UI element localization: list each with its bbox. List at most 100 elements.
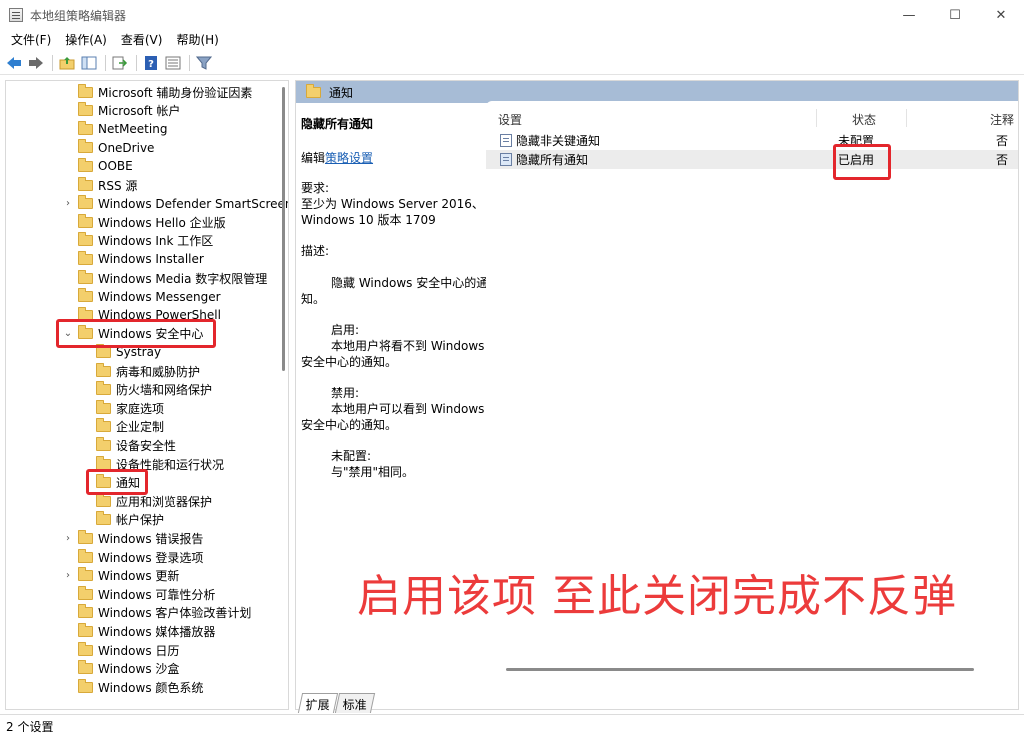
tree-item[interactable]: Windows 客户体验改善计划 <box>62 604 251 622</box>
tree-item[interactable]: Windows Media 数字权限管理 <box>62 269 267 287</box>
folder-icon <box>78 250 93 265</box>
tree-item[interactable]: › Windows 错误报告 <box>62 529 203 547</box>
annotation-text: 启用该项 至此关闭完成不反弹 <box>357 571 957 622</box>
menu-help[interactable]: 帮助(H) <box>169 30 225 50</box>
status-bar: 2 个设置 <box>0 714 1024 738</box>
tree-item-label: 家庭选项 <box>116 401 165 416</box>
tree-item[interactable]: › Windows 更新 <box>62 567 179 585</box>
tree-item-label: Windows 可靠性分析 <box>98 587 216 602</box>
requirement-label: 要求: <box>301 181 330 195</box>
tree-item-label: OOBE <box>98 159 133 174</box>
menu-view[interactable]: 查看(V) <box>114 30 170 50</box>
tree-item[interactable]: Windows Hello 企业版 <box>62 213 226 231</box>
tree-item[interactable]: Windows 沙盒 <box>62 660 179 678</box>
folder-icon <box>96 436 111 451</box>
menu-bar: 文件(F) 操作(A) 查看(V) 帮助(H) <box>0 30 1024 50</box>
minimize-button[interactable]: — <box>886 0 932 30</box>
chevron-right-icon[interactable]: › <box>62 533 74 544</box>
tree-item[interactable]: Microsoft 帐户 <box>62 102 180 120</box>
description-label: 描述: <box>301 244 330 258</box>
folder-icon <box>78 641 93 656</box>
folder-icon <box>78 548 93 563</box>
tree-item[interactable]: 防火墙和网络保护 <box>80 381 212 399</box>
folder-icon <box>78 102 93 117</box>
tree-item-label: Windows Hello 企业版 <box>98 215 226 230</box>
tree-item-label: OneDrive <box>98 140 155 155</box>
tree-item[interactable]: 帐户保护 <box>80 511 164 529</box>
tree-pane[interactable]: Microsoft 辅助身份验证因素 Microsoft 帐户 NetMeeting… <box>5 80 289 710</box>
column-divider[interactable] <box>906 109 907 127</box>
folder-icon <box>78 157 93 172</box>
tree-item[interactable]: Windows Messenger <box>62 288 221 306</box>
tree-item-label: 企业定制 <box>116 420 165 435</box>
edit-policy-link[interactable]: 策略设置 <box>325 151 373 165</box>
tree-item-label: Windows 更新 <box>98 569 180 584</box>
up-folder-icon[interactable] <box>57 53 77 73</box>
chevron-right-icon[interactable]: › <box>62 198 74 209</box>
properties-icon[interactable] <box>163 53 183 73</box>
tree-item[interactable]: OneDrive <box>62 139 154 157</box>
tree-item[interactable]: 病毒和威胁防护 <box>80 362 200 380</box>
back-icon[interactable] <box>4 53 24 73</box>
setting-name: 隐藏所有通知 <box>516 153 589 167</box>
edit-policy-line: 编辑策略设置 <box>301 149 373 166</box>
show-hide-tree-icon[interactable] <box>79 53 99 73</box>
menu-action[interactable]: 操作(A) <box>58 30 114 50</box>
tree-item-label: Windows 颜色系统 <box>98 680 204 695</box>
tree-item[interactable]: Windows 颜色系统 <box>62 678 203 696</box>
policy-setting-icon <box>500 153 512 166</box>
forward-icon[interactable] <box>26 53 46 73</box>
policy-setting-icon <box>500 134 512 147</box>
column-header-setting[interactable]: 设置 <box>498 111 522 128</box>
folder-icon <box>78 585 93 600</box>
tree-item[interactable]: Windows 登录选项 <box>62 548 203 566</box>
tree-item[interactable]: Windows 可靠性分析 <box>62 585 215 603</box>
column-divider[interactable] <box>816 109 817 127</box>
maximize-button[interactable]: ☐ <box>932 0 978 30</box>
tree-item[interactable]: Windows Ink 工作区 <box>62 232 213 250</box>
tree-scrollbar[interactable] <box>282 87 285 371</box>
tab-extended[interactable]: 扩展 <box>297 693 339 713</box>
chevron-right-icon[interactable]: › <box>62 570 74 581</box>
tree-item-label: 设备安全性 <box>116 438 177 453</box>
tree-item[interactable]: NetMeeting <box>62 120 167 138</box>
tree-item[interactable]: › Windows Defender SmartScreen <box>62 195 288 213</box>
tree-item-label: Windows 日历 <box>98 643 180 658</box>
not-configured-label: 未配置: <box>331 449 372 463</box>
help-icon[interactable]: ? <box>141 53 161 73</box>
tree-item[interactable]: Windows 日历 <box>62 641 179 659</box>
tree-item[interactable]: RSS 源 <box>62 176 137 194</box>
folder-icon <box>78 176 93 191</box>
folder-icon <box>78 269 93 284</box>
menu-file[interactable]: 文件(F) <box>4 30 58 50</box>
tree-item[interactable]: Windows Installer <box>62 250 204 268</box>
not-configured-text: 与"禁用"相同。 <box>331 465 415 479</box>
column-header-note[interactable]: 注释 <box>990 111 1014 128</box>
tree-item-label: Windows Installer <box>98 252 204 267</box>
toolbar-separator <box>136 54 137 71</box>
table-row[interactable]: 隐藏所有通知 已启用 否 <box>486 150 1018 169</box>
tree-item[interactable]: 设备安全性 <box>80 436 176 454</box>
folder-icon <box>96 381 111 396</box>
tree-item[interactable]: 企业定制 <box>80 418 164 436</box>
tree-item-label: Windows 错误报告 <box>98 531 204 546</box>
tab-extended-label: 扩展 <box>305 698 330 712</box>
tree-item-label: RSS 源 <box>98 178 138 193</box>
export-list-icon[interactable] <box>110 53 130 73</box>
tree-item[interactable]: Windows 媒体播放器 <box>62 622 215 640</box>
column-header-state[interactable]: 状态 <box>852 111 876 128</box>
window-title: 本地组策略编辑器 <box>30 8 127 23</box>
close-button[interactable]: ✕ <box>978 0 1024 30</box>
folder-icon <box>78 139 93 154</box>
list-horizontal-scrollbar[interactable] <box>506 668 974 671</box>
tree-item[interactable]: Microsoft 辅助身份验证因素 <box>62 83 252 101</box>
tree-item[interactable]: OOBE <box>62 157 133 175</box>
tab-standard[interactable]: 标准 <box>334 693 376 713</box>
filter-icon[interactable] <box>194 53 214 73</box>
table-row[interactable]: 隐藏非关键通知 未配置 否 <box>486 131 1018 150</box>
app-icon <box>9 8 23 22</box>
tab-standard-label: 标准 <box>342 698 367 712</box>
tree-item[interactable]: 家庭选项 <box>80 399 164 417</box>
tree-item-label: Microsoft 辅助身份验证因素 <box>98 85 253 100</box>
folder-icon <box>78 83 93 98</box>
